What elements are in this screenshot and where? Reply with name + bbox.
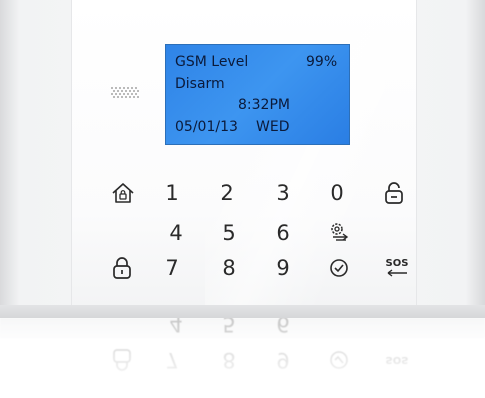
key-4[interactable]: 4 (158, 218, 194, 248)
alarm-panel: GSM Level 99% Disarm 8:32PM 05/01/13 WED… (0, 0, 485, 318)
key-8[interactable]: 8 (211, 253, 247, 283)
lock-arm-icon (113, 257, 131, 279)
key-9[interactable]: 9 (265, 253, 301, 283)
weekday-text: WED (256, 119, 290, 135)
arrow-left-icon (387, 269, 407, 277)
check-circle-icon (330, 259, 348, 277)
arm-status: Disarm (175, 76, 225, 92)
home-arm-icon (112, 183, 134, 203)
panel-bottom-edge (0, 305, 485, 318)
arm-button[interactable] (104, 253, 140, 283)
home-arm-button[interactable] (105, 178, 141, 208)
speaker-grille-icon (111, 87, 139, 98)
key-6[interactable]: 6 (265, 218, 301, 248)
key-7[interactable]: 7 (154, 253, 190, 283)
clock-time: 8:32PM (238, 97, 290, 113)
unlock-disarm-icon (385, 182, 403, 204)
key-1[interactable]: 1 (154, 178, 190, 208)
settings-button[interactable] (321, 218, 357, 248)
key-3[interactable]: 3 (265, 178, 301, 208)
panel-reflection: 7 8 9 SOS 4 5 6 (0, 318, 485, 398)
sos-button[interactable]: SOS (379, 253, 415, 283)
disarm-button[interactable] (376, 178, 412, 208)
key-2[interactable]: 2 (209, 178, 245, 208)
confirm-button[interactable] (321, 253, 357, 283)
gsm-level-value: 99% (306, 54, 338, 70)
date-text: 05/01/13 (175, 119, 238, 135)
key-0[interactable]: 0 (319, 178, 355, 208)
key-5[interactable]: 5 (211, 218, 247, 248)
gsm-level-label: GSM Level (175, 54, 249, 70)
lcd-display: GSM Level 99% Disarm 8:32PM 05/01/13 WED (165, 44, 350, 145)
reflection-fade (0, 318, 485, 398)
settings-icon (331, 223, 349, 241)
sos-label: SOS (385, 258, 409, 269)
